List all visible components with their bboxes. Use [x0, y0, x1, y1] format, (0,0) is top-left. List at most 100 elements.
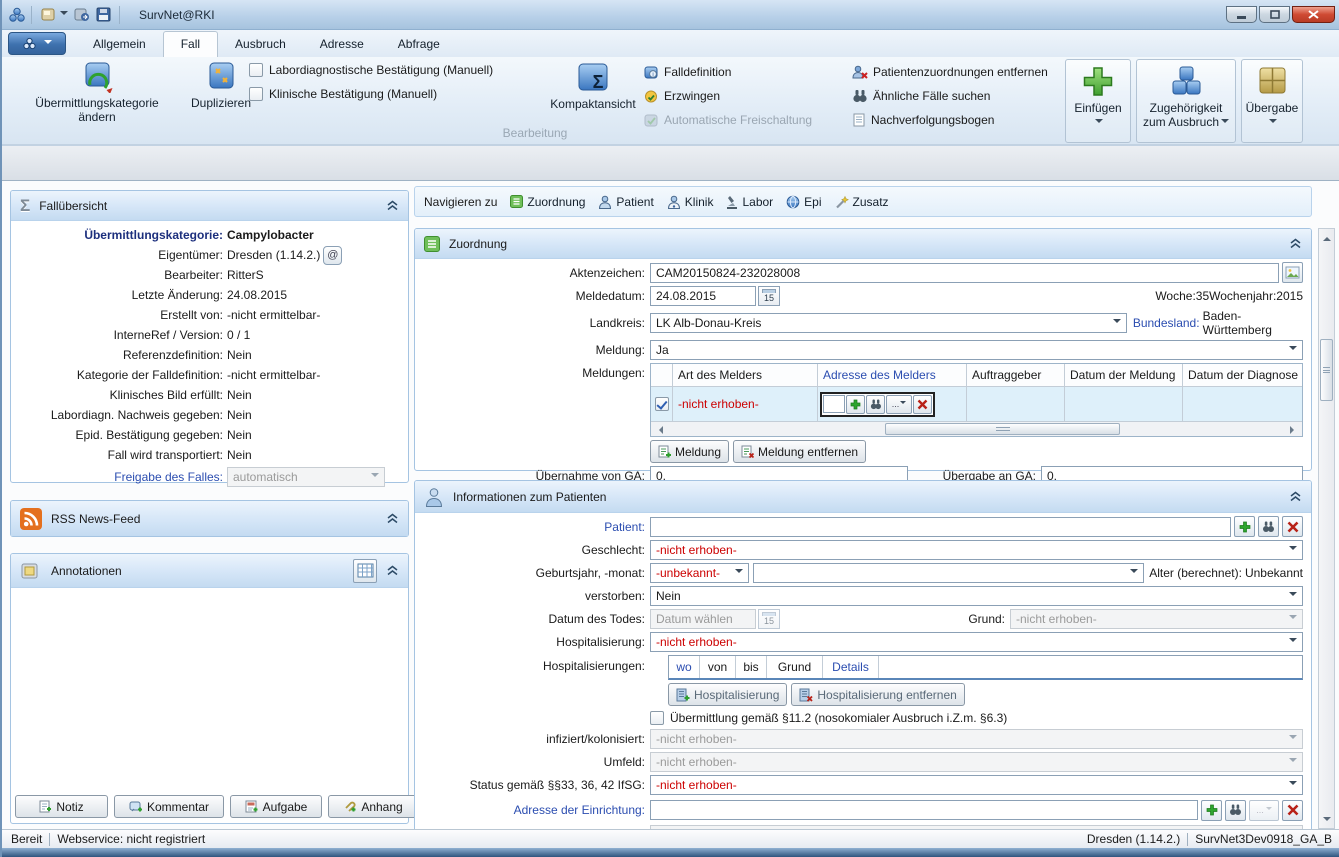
- image-button[interactable]: [1282, 262, 1303, 283]
- aktenzeichen-input[interactable]: CAM20150824-232028008: [650, 263, 1279, 283]
- delete-address-button[interactable]: [913, 395, 932, 414]
- vscroll-thumb[interactable]: [1320, 339, 1333, 401]
- grund-select[interactable]: -nicht erhoben-: [1010, 609, 1303, 629]
- status-ifsg-select[interactable]: -nicht erhoben-: [650, 775, 1303, 795]
- infiziert-select[interactable]: -nicht erhoben-: [650, 729, 1303, 749]
- kommentar-button[interactable]: Kommentar: [114, 795, 224, 818]
- auftraggeber-cell[interactable]: [967, 387, 1065, 421]
- ribbon-tab-abfrage[interactable]: Abfrage: [381, 32, 457, 57]
- scroll-up-button[interactable]: [1320, 230, 1333, 245]
- email-owner-button[interactable]: @: [323, 246, 342, 265]
- geschlecht-select[interactable]: -nicht erhoben-: [650, 540, 1303, 560]
- save-button[interactable]: [93, 6, 114, 23]
- checkbox-icon[interactable]: [249, 87, 263, 101]
- adresse-des-melders-cell[interactable]: ...: [818, 387, 967, 421]
- ribbon-tab-ausbruch[interactable]: Ausbruch: [218, 32, 303, 57]
- ribbon-tab-fall[interactable]: Fall: [163, 31, 218, 57]
- patient-header[interactable]: Informationen zum Patienten: [415, 481, 1311, 513]
- meldung-table-row[interactable]: -nicht erhoben- ...: [651, 387, 1302, 421]
- add-meldung-button[interactable]: Meldung: [650, 440, 729, 463]
- menu-item-aehnliche-faelle[interactable]: Ähnliche Fälle suchen: [852, 87, 990, 105]
- collapse-icon[interactable]: [386, 513, 399, 524]
- more-options-button[interactable]: ...: [886, 395, 912, 414]
- menu-item-erzwingen[interactable]: Erzwingen: [644, 87, 720, 105]
- col-auftraggeber[interactable]: Auftraggeber: [967, 364, 1065, 386]
- datum-meldung-cell[interactable]: [1065, 387, 1183, 421]
- add-patient-button[interactable]: [1234, 516, 1255, 537]
- maximize-button[interactable]: [1259, 6, 1290, 23]
- collapse-icon[interactable]: [386, 200, 399, 211]
- new-case-button[interactable]: [37, 6, 71, 23]
- umfeld-select[interactable]: -nicht erhoben-: [650, 752, 1303, 772]
- calendar-button[interactable]: 15: [758, 286, 780, 306]
- minimize-button[interactable]: [1226, 6, 1257, 23]
- app-menu-button[interactable]: [8, 32, 66, 55]
- col-von[interactable]: von: [700, 656, 736, 678]
- change-category-button[interactable]: Übermittlungskategorie ändern: [16, 60, 178, 124]
- col-grund[interactable]: Grund: [767, 656, 823, 678]
- col-bis[interactable]: bis: [736, 656, 767, 678]
- search-einrichtung-button[interactable]: [1225, 800, 1246, 821]
- col-details[interactable]: Details: [823, 656, 879, 678]
- handover-button[interactable]: Übergabe: [1241, 59, 1303, 143]
- annotation-grid-button[interactable]: [353, 559, 377, 583]
- meldedatum-input[interactable]: 24.08.2015: [650, 286, 756, 306]
- outbreak-membership-button[interactable]: Zugehörigkeit zum Ausbruch: [1136, 59, 1236, 143]
- ribbon-tab-adresse[interactable]: Adresse: [303, 32, 381, 57]
- delete-patient-button[interactable]: [1282, 516, 1303, 537]
- zuordnung-header[interactable]: Zuordnung: [415, 229, 1311, 259]
- geburtsjahr-select[interactable]: -unbekannt-: [650, 563, 749, 583]
- add-address-button[interactable]: [846, 395, 865, 414]
- anhang-button[interactable]: Anhang: [328, 795, 418, 818]
- main-vertical-scrollbar[interactable]: [1318, 228, 1335, 829]
- col-art-des-melders[interactable]: Art des Melders: [673, 364, 818, 386]
- nav-link-zuordnung[interactable]: Zuordnung: [510, 195, 585, 209]
- col-adresse-des-melders[interactable]: Adresse des Melders: [818, 364, 967, 386]
- collapse-icon[interactable]: [386, 565, 399, 576]
- col-datum-diagnose[interactable]: Datum der Diagnose: [1183, 364, 1298, 386]
- datum-diagnose-cell[interactable]: [1183, 387, 1298, 421]
- todesdatum-input[interactable]: Datum wählen: [650, 609, 756, 629]
- remove-hospitalisierung-button[interactable]: Hospitalisierung entfernen: [791, 683, 964, 706]
- menu-item-patientenzuordnungen[interactable]: Patientenzuordnungen entfernen: [852, 63, 1048, 81]
- search-address-button[interactable]: [866, 395, 885, 414]
- scroll-down-button[interactable]: [1320, 812, 1333, 827]
- add-hospitalisierung-button[interactable]: Hospitalisierung: [668, 683, 787, 706]
- freigabe-select[interactable]: automatisch: [227, 467, 385, 487]
- nav-link-epi[interactable]: Epi: [786, 195, 821, 209]
- row-checkbox[interactable]: [655, 397, 669, 411]
- nav-link-patient[interactable]: Patient: [598, 195, 653, 209]
- delete-einrichtung-button[interactable]: [1282, 800, 1303, 821]
- melder-address-input[interactable]: [823, 395, 845, 413]
- remove-meldung-button[interactable]: Meldung entfernen: [733, 440, 866, 463]
- hospitalisierung-select[interactable]: -nicht erhoben-: [650, 632, 1303, 652]
- ribbon-tab-allgemein[interactable]: Allgemein: [76, 32, 163, 57]
- checkbox-klinische[interactable]: Klinische Bestätigung (Manuell): [249, 87, 437, 101]
- patient-input[interactable]: [650, 517, 1231, 537]
- add-einrichtung-button[interactable]: [1201, 800, 1222, 821]
- meldung-select[interactable]: Ja: [650, 340, 1303, 360]
- nav-link-klinik[interactable]: Klinik: [667, 195, 714, 209]
- art-des-melders-cell[interactable]: -nicht erhoben-: [673, 387, 818, 421]
- col-wo[interactable]: wo: [669, 656, 700, 678]
- export-case-button[interactable]: [71, 6, 93, 23]
- landkreis-select[interactable]: LK Alb-Donau-Kreis: [650, 313, 1127, 333]
- rss-header[interactable]: RSS News-Feed: [11, 501, 408, 536]
- falluebersicht-header[interactable]: Σ Fallübersicht: [11, 191, 408, 221]
- nav-link-zusatz[interactable]: Zusatz: [835, 195, 889, 209]
- col-datum-meldung[interactable]: Datum der Meldung: [1065, 364, 1183, 386]
- aufgabe-button[interactable]: Aufgabe: [230, 795, 322, 818]
- checkbox-labordiagnostische[interactable]: Labordiagnostische Bestätigung (Manuell): [249, 63, 493, 77]
- row-selector-header[interactable]: [651, 364, 673, 386]
- insert-button[interactable]: Einfügen: [1065, 59, 1131, 143]
- menu-item-falldefinition[interactable]: i Falldefinition: [644, 63, 731, 81]
- search-patient-button[interactable]: [1258, 516, 1279, 537]
- hscroll-thumb[interactable]: [885, 423, 1119, 435]
- notiz-button[interactable]: Notiz: [15, 795, 108, 818]
- verstorben-select[interactable]: Nein: [650, 586, 1303, 606]
- nav-link-labor[interactable]: Labor: [726, 195, 773, 209]
- annotationen-header[interactable]: Annotationen: [11, 554, 408, 588]
- einrichtung-adresse-input[interactable]: [650, 800, 1198, 820]
- checkbox-icon[interactable]: [249, 63, 263, 77]
- collapse-icon[interactable]: [1289, 238, 1302, 249]
